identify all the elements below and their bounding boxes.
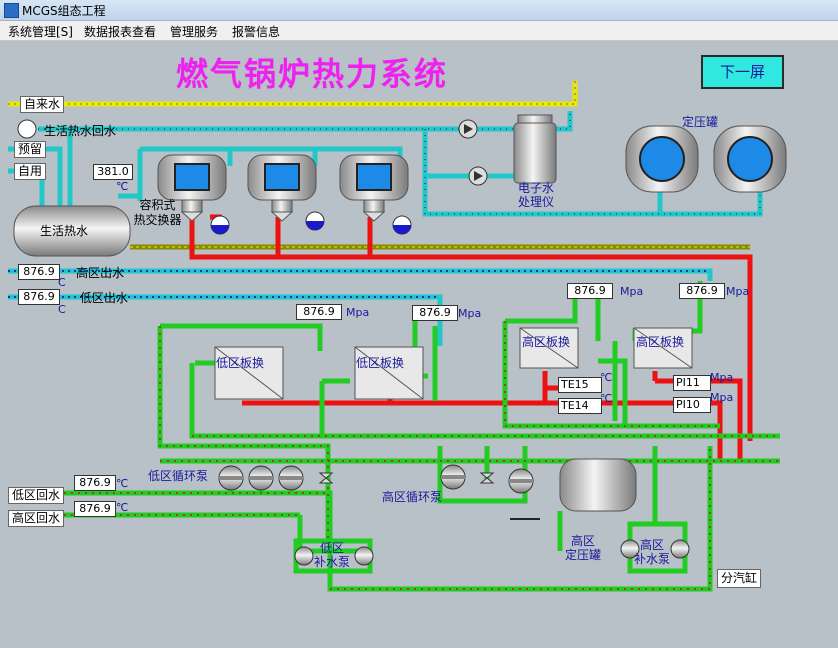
hi-return-temp-unit: ℃: [116, 501, 129, 514]
label-lo-circ-pump: 低区循环泵: [148, 469, 209, 483]
label-tap-water: 自来水: [20, 96, 65, 113]
label-hi-const-tank: 高区 定压罐: [565, 534, 602, 562]
pi10-tag: PI10: [673, 397, 711, 413]
pi11-unit: Mpa: [710, 371, 734, 384]
menu-item-report[interactable]: 数据报表查看: [84, 23, 156, 40]
label-steam-header: 分汽缸: [717, 569, 762, 588]
label-const-pressure-tank: 定压罐: [682, 115, 719, 129]
app-icon: [4, 3, 19, 18]
pi10-unit: Mpa: [710, 391, 734, 404]
hi-out-temp-unit: C: [58, 276, 66, 289]
pressure-readout-2: 876.9: [412, 305, 458, 321]
label-hi-out: 高区出水: [76, 266, 125, 280]
lo-return-temp-readout: 876.9: [74, 475, 116, 491]
label-hi-return: 高区回水: [8, 510, 65, 527]
tank-temp-readout: 381.0: [93, 164, 133, 180]
label-lo-return: 低区回水: [8, 487, 65, 504]
hi-return-temp-readout: 876.9: [74, 501, 116, 517]
pressure-unit-4: Mpa: [726, 285, 750, 298]
lo-out-temp-readout: 876.9: [18, 289, 60, 305]
return-meter-icon: [17, 119, 37, 139]
storage-heat-exchangers: [157, 154, 409, 222]
label-hi-plate-2: 高区板换: [636, 335, 685, 349]
label-hi-circ-pump: 高区循环泵: [382, 490, 443, 504]
label-lo-plate-2: 低区板换: [356, 356, 405, 370]
label-edi: 电子水 处理仪: [517, 181, 554, 209]
window-title: MCGS组态工程: [22, 4, 106, 18]
te14-unit: ℃: [600, 392, 613, 405]
edi-unit: [513, 114, 557, 184]
label-storage-exchanger: 容积式 热交换器: [133, 198, 182, 227]
pressure-tanks: [625, 125, 787, 193]
pipe-diagram: [8, 81, 787, 592]
pressure-unit-3: Mpa: [620, 285, 644, 298]
label-self-use: 自用: [14, 163, 47, 180]
te15-unit: ℃: [600, 371, 613, 384]
menu-item-system[interactable]: 系统管理[S]: [8, 23, 73, 40]
hi-out-temp-readout: 876.9: [18, 264, 60, 280]
pressure-unit-2: Mpa: [458, 307, 482, 320]
lo-out-temp-unit: C: [58, 303, 66, 316]
next-screen-button[interactable]: 下一屏: [701, 55, 784, 89]
label-hi-makeup: 高区 补水泵: [634, 538, 671, 566]
high-circ-pumps: [440, 464, 540, 520]
pressure-unit-1: Mpa: [346, 306, 370, 319]
label-hot-water: 生活热水: [40, 224, 89, 238]
menu-item-service[interactable]: 管理服务: [170, 23, 218, 40]
pressure-readout-4: 876.9: [679, 283, 725, 299]
low-circ-pumps: [218, 465, 334, 491]
label-lo-out: 低区出水: [80, 291, 129, 305]
te14-tag: TE14: [558, 398, 602, 414]
window-titlebar: MCGS组态工程: [0, 0, 838, 21]
label-lo-makeup: 低区 补水泵: [314, 541, 351, 569]
label-reserve: 预留: [14, 141, 47, 158]
page-title: 燃气锅炉热力系统: [176, 55, 449, 93]
menu-item-alarm[interactable]: 报警信息: [232, 23, 280, 40]
pressure-readout-3: 876.9: [567, 283, 613, 299]
lo-return-temp-unit: ℃: [116, 477, 129, 490]
pi11-tag: PI11: [673, 375, 711, 391]
hi-const-tank: [559, 458, 637, 512]
scada-canvas: 燃气锅炉热力系统 下一屏 自来水 生活热水回水 预留 自用 生活热水 容积式 热…: [0, 41, 838, 648]
label-lo-plate-1: 低区板换: [216, 356, 265, 370]
te15-tag: TE15: [558, 377, 602, 393]
label-hot-return: 生活热水回水: [44, 124, 117, 138]
tank-temp-unit: ℃: [116, 180, 129, 193]
label-hi-plate-1: 高区板换: [522, 335, 571, 349]
menubar: 系统管理[S] 数据报表查看 管理服务 报警信息: [0, 21, 838, 41]
pressure-readout-1: 876.9: [296, 304, 342, 320]
